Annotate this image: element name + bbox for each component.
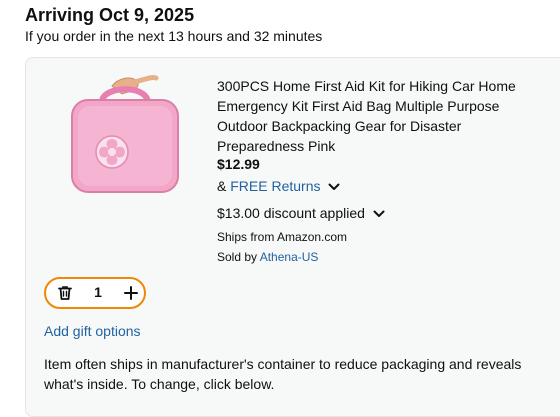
product-image[interactable] xyxy=(64,72,186,202)
delivery-heading: Arriving Oct 9, 2025 xyxy=(25,5,195,25)
quantity-stepper[interactable]: 1 xyxy=(44,277,146,309)
product-price: $12.99 xyxy=(217,156,260,172)
plus-icon[interactable] xyxy=(123,285,139,301)
sold-by: Sold by Athena-US xyxy=(217,250,318,264)
quantity-value: 1 xyxy=(94,284,102,300)
chevron-down-icon[interactable] xyxy=(373,210,385,218)
seller-link[interactable]: Athena-US xyxy=(260,250,319,264)
order-within-text: If you order in the next 13 hours and 32… xyxy=(25,28,323,44)
ships-from: Ships from Amazon.com xyxy=(217,230,348,244)
returns-prefix: & xyxy=(217,178,227,194)
discount-applied[interactable]: $13.00 discount applied xyxy=(217,205,385,221)
add-gift-options-link[interactable]: Add gift options xyxy=(44,323,141,339)
discount-label: $13.00 discount applied xyxy=(217,205,365,221)
sold-by-prefix: Sold by xyxy=(217,250,258,264)
packaging-note: Item often ships in manufacturer's conta… xyxy=(44,356,522,392)
trash-icon[interactable] xyxy=(57,285,73,301)
free-returns-link[interactable]: FREE Returns xyxy=(230,178,320,194)
chevron-down-icon[interactable] xyxy=(328,183,340,191)
product-title[interactable]: 300PCS Home First Aid Kit for Hiking Car… xyxy=(217,76,547,156)
free-returns[interactable]: & FREE Returns xyxy=(217,178,340,194)
